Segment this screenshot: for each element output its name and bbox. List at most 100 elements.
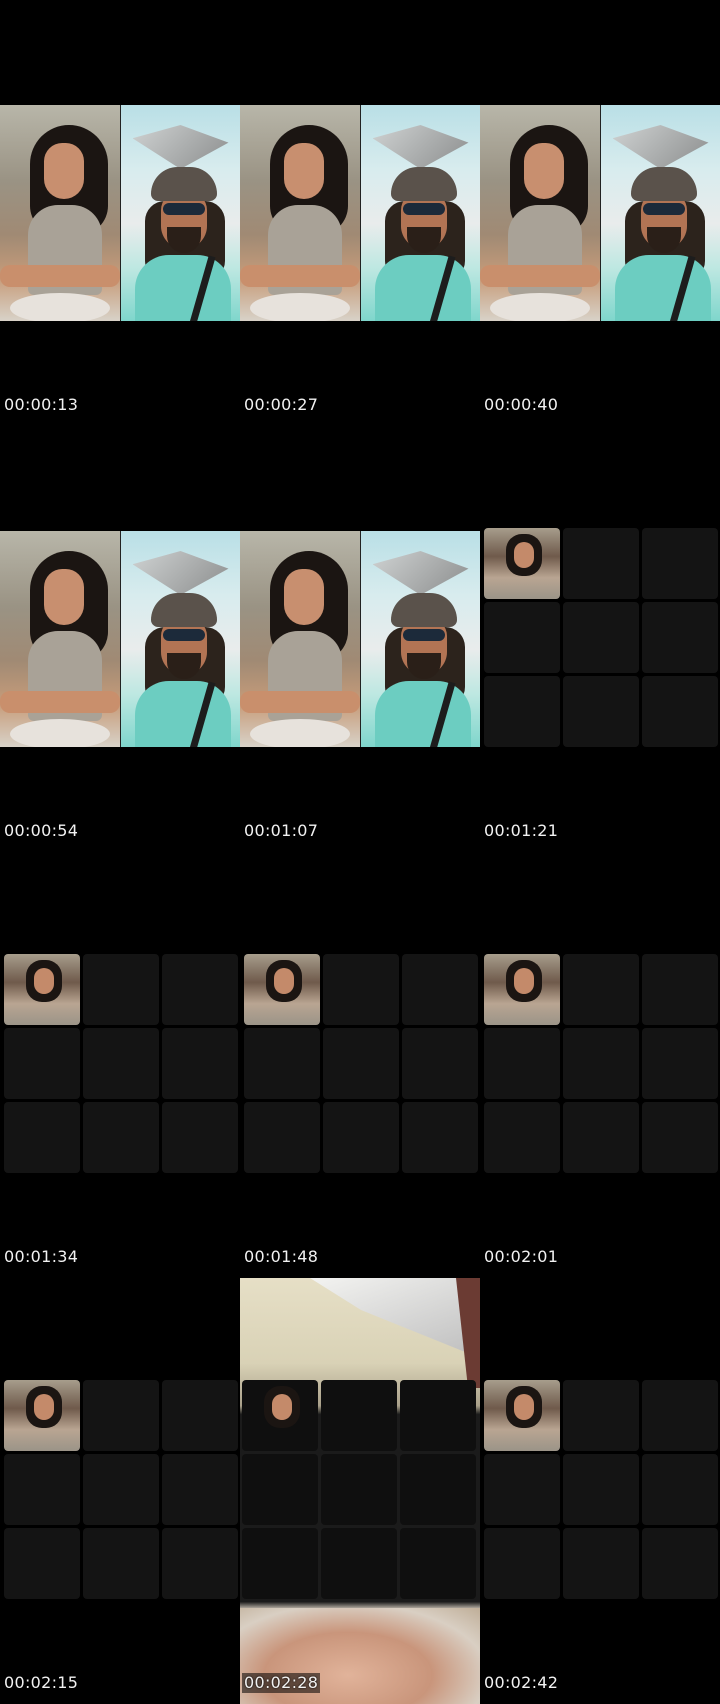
empty-tile (162, 1454, 238, 1525)
empty-tile (242, 1528, 318, 1599)
empty-tile (563, 1028, 639, 1099)
man-video-pane (359, 105, 480, 321)
empty-tile (321, 1454, 397, 1525)
timestamp: 00:00:54 (4, 821, 79, 840)
timestamp: 00:02:01 (484, 1247, 559, 1266)
empty-tile (642, 1380, 718, 1451)
timestamp: 00:02:15 (4, 1673, 79, 1692)
woman-video-pane (240, 105, 360, 321)
frame-11: 00:02:28 (240, 1278, 480, 1704)
empty-tile (563, 676, 639, 747)
empty-tile (83, 1454, 159, 1525)
empty-tile (162, 1028, 238, 1099)
call-grid-thumbnail (480, 528, 720, 748)
empty-tile (642, 1528, 718, 1599)
frame-4: 00:00:54 (0, 426, 240, 852)
timestamp: 00:01:07 (244, 821, 319, 840)
empty-tile (642, 1102, 718, 1173)
participant-video-tile (4, 954, 80, 1025)
man-video-pane (599, 105, 720, 321)
empty-tile (642, 954, 718, 1025)
call-grid-thumbnail (0, 954, 240, 1174)
empty-tile (83, 1028, 159, 1099)
empty-tile (563, 954, 639, 1025)
empty-tile (242, 1454, 318, 1525)
empty-tile (162, 1528, 238, 1599)
participant-video-tile (244, 954, 320, 1025)
split-screen-thumbnail (240, 105, 480, 321)
timestamp: 00:02:28 (242, 1673, 321, 1693)
empty-tile (563, 1102, 639, 1173)
participant-video-tile (4, 1380, 80, 1451)
man-video-pane (119, 531, 240, 747)
empty-tile (484, 1528, 560, 1599)
timestamp: 00:00:40 (484, 395, 559, 414)
empty-tile (400, 1454, 476, 1525)
call-grid-thumbnail (0, 1380, 240, 1600)
empty-tile (563, 1380, 639, 1451)
timestamp: 00:01:34 (4, 1247, 79, 1266)
empty-tile (162, 954, 238, 1025)
empty-tile (244, 1102, 320, 1173)
timestamp: 00:02:42 (484, 1673, 559, 1692)
frame-1: 00:00:13 (0, 0, 240, 426)
empty-tile (402, 1028, 478, 1099)
empty-tile (402, 1102, 478, 1173)
empty-tile (4, 1028, 80, 1099)
empty-tile (402, 954, 478, 1025)
frame-5: 00:01:07 (240, 426, 480, 852)
empty-tile (321, 1380, 397, 1451)
call-grid-thumbnail (480, 1380, 720, 1600)
timestamp: 00:00:13 (4, 395, 79, 414)
frame-10: 00:02:15 (0, 1278, 240, 1704)
frame-2: 00:00:27 (240, 0, 480, 426)
empty-tile (484, 1454, 560, 1525)
split-screen-thumbnail (0, 531, 240, 747)
empty-tile (642, 528, 718, 599)
empty-tile (162, 1380, 238, 1451)
empty-tile (323, 1102, 399, 1173)
split-screen-thumbnail (240, 531, 480, 747)
empty-tile (321, 1528, 397, 1599)
empty-tile (563, 602, 639, 673)
empty-tile (4, 1528, 80, 1599)
man-video-pane (359, 531, 480, 747)
frame-3: 00:00:40 (480, 0, 720, 426)
empty-tile (400, 1528, 476, 1599)
man-video-pane (119, 105, 240, 321)
empty-tile (563, 528, 639, 599)
woman-video-pane (480, 105, 600, 321)
empty-tile (642, 676, 718, 747)
empty-tile (162, 1102, 238, 1173)
empty-tile (4, 1102, 80, 1173)
frame-6: 00:01:21 (480, 426, 720, 852)
timestamp: 00:01:48 (244, 1247, 319, 1266)
empty-tile (83, 1380, 159, 1451)
split-screen-thumbnail (0, 105, 240, 321)
frame-9: 00:02:01 (480, 852, 720, 1278)
empty-tile (642, 1454, 718, 1525)
participant-video-tile (484, 954, 560, 1025)
empty-tile (323, 1028, 399, 1099)
empty-tile (83, 1102, 159, 1173)
empty-tile (563, 1454, 639, 1525)
empty-tile (642, 1028, 718, 1099)
participant-video-tile (484, 528, 560, 599)
call-grid-thumbnail (240, 954, 480, 1174)
empty-tile (323, 954, 399, 1025)
frame-12: 00:02:42 (480, 1278, 720, 1704)
call-grid-thumbnail (480, 954, 720, 1174)
empty-tile (400, 1380, 476, 1451)
woman-video-pane (0, 531, 120, 747)
empty-tile (484, 602, 560, 673)
empty-tile (563, 1528, 639, 1599)
empty-tile (484, 676, 560, 747)
frame-7: 00:01:34 (0, 852, 240, 1278)
empty-tile (83, 1528, 159, 1599)
contact-sheet: 00:00:13 00:00:27 00:00:40 00:00:54 00:0… (0, 0, 720, 1704)
split-screen-thumbnail (480, 105, 720, 321)
timestamp: 00:01:21 (484, 821, 559, 840)
empty-tile (642, 602, 718, 673)
participant-video-tile (242, 1380, 318, 1451)
empty-tile (83, 954, 159, 1025)
